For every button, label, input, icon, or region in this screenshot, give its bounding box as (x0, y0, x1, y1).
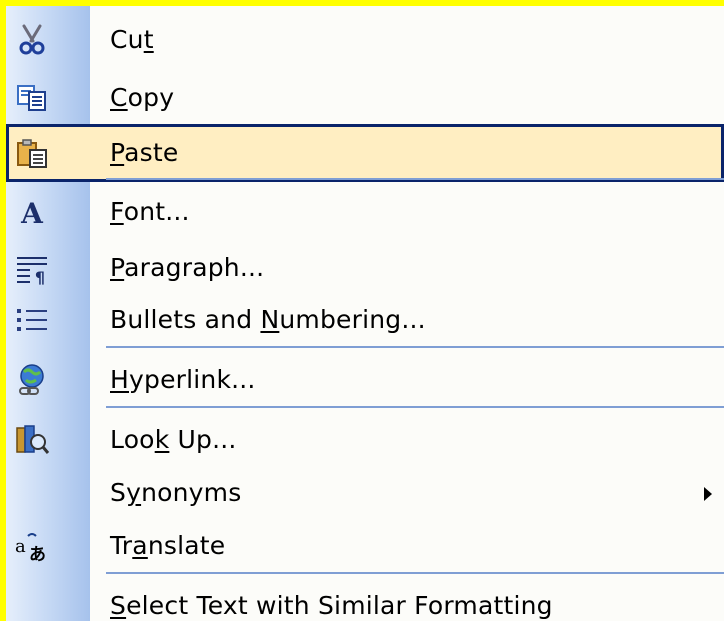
translate-icon: a あ (15, 533, 46, 564)
menu-separator (106, 346, 724, 348)
menu-separator (106, 572, 724, 574)
label-text: opy (127, 83, 175, 112)
label-text: Up... (169, 425, 237, 454)
menu-item-label: Synonyms (110, 464, 241, 522)
lookup-icon (16, 425, 50, 454)
menu-item-label: Hyperlink... (110, 351, 256, 409)
menu-item-paragraph[interactable]: ¶ Paragraph... (6, 239, 724, 297)
menu-item-hyperlink[interactable]: Hyperlink... (6, 351, 724, 409)
label-text: Tr (110, 531, 133, 560)
mnemonic-letter: y (126, 478, 142, 507)
hyperlink-icon (19, 364, 44, 395)
mnemonic-letter: N (260, 305, 280, 334)
svg-text:あ: あ (29, 545, 46, 564)
menu-item-label: Copy (110, 69, 174, 127)
label-text: S (110, 478, 127, 507)
context-menu: Cut Copy Paste A Font... ¶ Paragraph... … (6, 6, 724, 621)
menu-item-label: Translate (110, 517, 225, 575)
label-text: ont... (123, 197, 190, 226)
menu-item-label: Font... (110, 183, 190, 241)
label-text: yperlink... (129, 365, 256, 394)
label-text: Bullets and (110, 305, 261, 334)
menu-item-look-up[interactable]: Look Up... (6, 411, 724, 469)
label-text: Loo (110, 425, 155, 454)
menu-item-label: Select Text with Similar Formatting (110, 577, 553, 621)
label-text: aragraph... (124, 253, 265, 282)
label-text: umbering... (279, 305, 426, 334)
menu-item-copy[interactable]: Copy (6, 69, 724, 127)
copy-icon (17, 85, 46, 111)
paragraph-icon: ¶ (17, 257, 47, 286)
menu-item-synonyms[interactable]: Synonyms (6, 464, 724, 522)
label-text: Cu (110, 25, 144, 54)
bullets-icon (17, 309, 47, 331)
menu-separator (106, 178, 724, 180)
label-text: elect Text with Similar Formatting (126, 591, 553, 620)
menu-item-label: Look Up... (110, 411, 237, 469)
mnemonic-letter: P (110, 138, 125, 167)
mnemonic-letter: k (154, 425, 170, 454)
label-text: nonyms (141, 478, 242, 507)
menu-item-label: Cut (110, 11, 154, 69)
mnemonic-letter: C (110, 83, 128, 112)
menu-item-bullets-numbering[interactable]: Bullets and Numbering... (6, 291, 724, 349)
svg-text:¶: ¶ (35, 268, 45, 286)
label-text: aste (124, 138, 179, 167)
mnemonic-letter: H (110, 365, 129, 394)
menu-item-select-similar-formatting[interactable]: Select Text with Similar Formatting (6, 577, 724, 621)
menu-item-label: Paste (110, 124, 178, 182)
menu-item-paste[interactable]: Paste (6, 124, 724, 182)
scissors-icon (19, 24, 45, 55)
mnemonic-letter: S (110, 591, 127, 620)
menu-item-font[interactable]: A Font... (6, 183, 724, 241)
submenu-arrow-icon (704, 487, 712, 501)
svg-text:a: a (15, 536, 26, 557)
mnemonic-letter: F (110, 197, 124, 226)
label-text: nslate (147, 531, 226, 560)
mnemonic-letter: a (132, 531, 148, 560)
menu-item-cut[interactable]: Cut (6, 11, 724, 69)
menu-item-translate[interactable]: a あ Translate (6, 517, 724, 575)
menu-item-label: Paragraph... (110, 239, 264, 297)
mnemonic-letter: P (110, 253, 125, 282)
paste-icon (17, 139, 47, 168)
mnemonic-letter: t (143, 25, 154, 54)
font-icon: A (20, 197, 44, 230)
svg-text:A: A (20, 197, 44, 230)
menu-item-label: Bullets and Numbering... (110, 291, 426, 349)
menu-separator (106, 406, 724, 408)
